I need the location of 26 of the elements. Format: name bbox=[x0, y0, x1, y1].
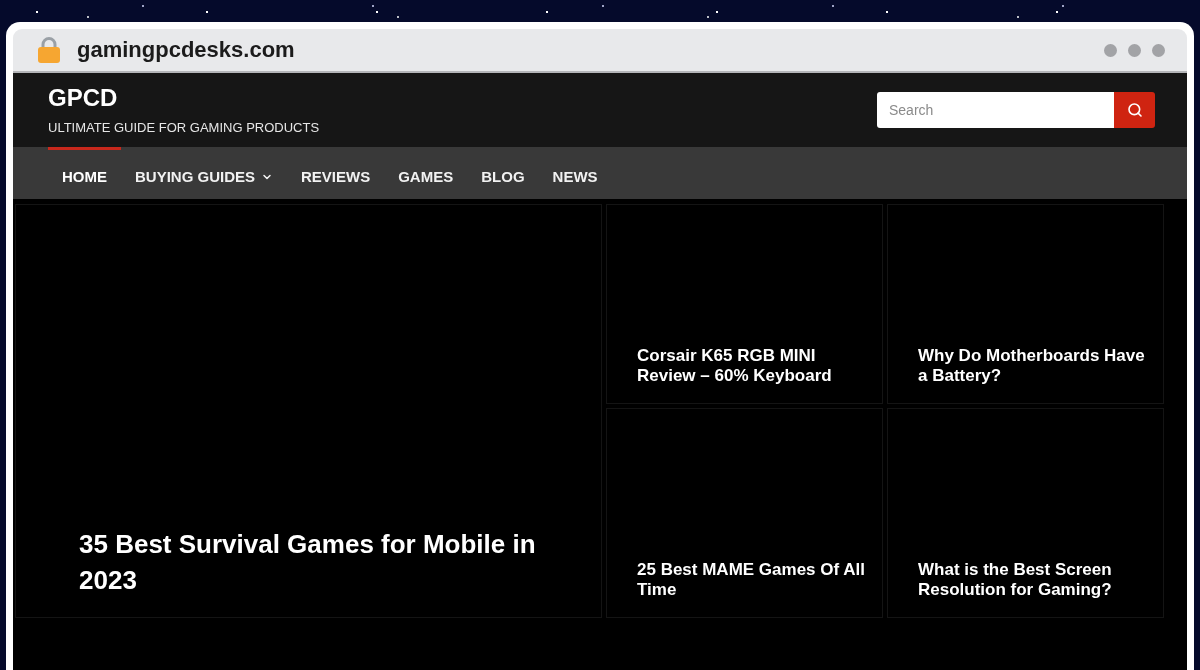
post-title-link[interactable]: 35 Best Survival Games for Mobile in 2023 bbox=[79, 527, 561, 599]
post-card[interactable]: What is the Best Screen Resolution for Gaming? bbox=[887, 408, 1164, 618]
search-button[interactable] bbox=[1114, 92, 1155, 128]
nav-item[interactable]: BLOG bbox=[467, 147, 539, 199]
window-control-icon[interactable] bbox=[1152, 43, 1165, 57]
site-tagline: ULTIMATE GUIDE FOR GAMING PRODUCTS bbox=[48, 119, 320, 135]
nav-item[interactable]: GAMES bbox=[384, 147, 468, 199]
url-text[interactable]: gamingpcdesks.com bbox=[77, 37, 1088, 63]
site-title[interactable]: GPCD bbox=[48, 85, 320, 112]
nav-item[interactable]: BUYING GUIDES bbox=[121, 147, 287, 199]
post-card[interactable]: 35 Best Survival Games for Mobile in 2023 bbox=[15, 204, 602, 618]
nav-item[interactable]: HOME bbox=[48, 147, 121, 199]
lock-icon bbox=[37, 36, 61, 64]
post-title-link[interactable]: What is the Best Screen Resolution for Gaming? bbox=[918, 559, 1147, 601]
post-title-link[interactable]: Corsair K65 RGB MINI Review – 60% Keyboard bbox=[637, 345, 866, 387]
post-card[interactable]: Why Do Motherboards Have a Battery? bbox=[887, 204, 1164, 404]
window-control-icon[interactable] bbox=[1104, 43, 1117, 57]
post-card[interactable]: 25 Best MAME Games Of All Time bbox=[606, 408, 883, 618]
nav-item[interactable]: NEWS bbox=[538, 147, 612, 199]
nav-item[interactable]: REVIEWS bbox=[287, 147, 385, 199]
post-card[interactable]: Corsair K65 RGB MINI Review – 60% Keyboard bbox=[606, 204, 883, 404]
post-title-link[interactable]: Why Do Motherboards Have a Battery? bbox=[918, 345, 1147, 387]
search-field[interactable]: Search bbox=[877, 92, 1114, 128]
window-control-icon[interactable] bbox=[1128, 43, 1141, 57]
post-title-link[interactable]: 25 Best MAME Games Of All Time bbox=[637, 559, 866, 601]
search-icon bbox=[1126, 102, 1143, 118]
